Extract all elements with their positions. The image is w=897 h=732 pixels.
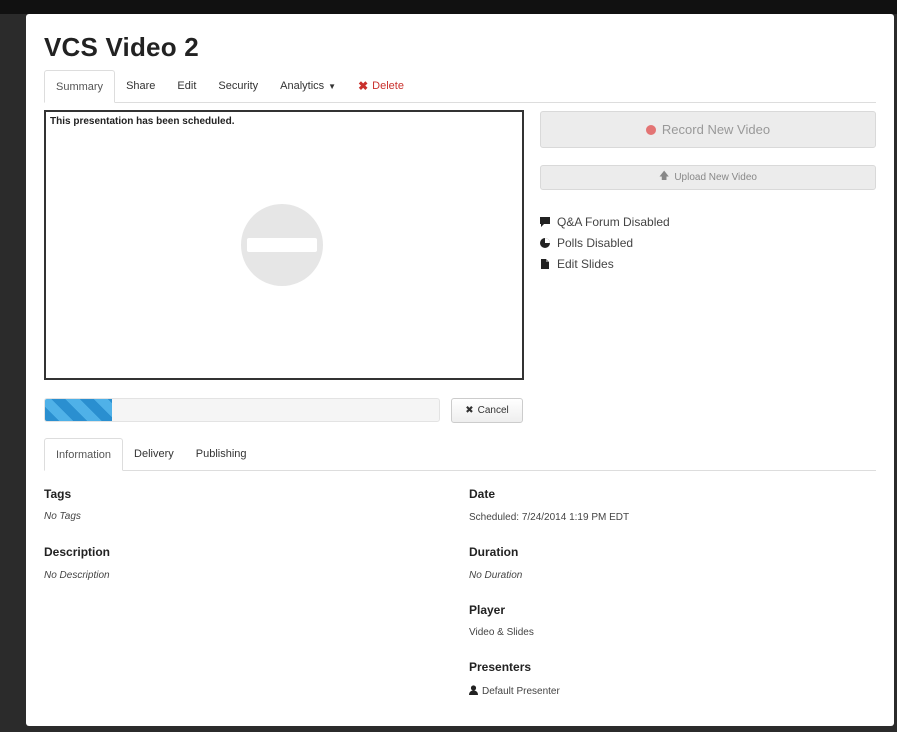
main-tabs: Summary Share Edit Security Analytics ▼ ✖… — [44, 70, 876, 103]
date-heading: Date — [469, 487, 496, 501]
tab-share-label: Share — [126, 80, 156, 92]
tab-summary-label: Summary — [56, 80, 104, 93]
file-icon — [541, 258, 549, 269]
player-status-message: This presentation has been scheduled. — [50, 116, 235, 127]
date-value: Scheduled: 7/24/2014 1:19 PM EDT — [469, 512, 630, 523]
tab-delete-label: Delete — [372, 80, 404, 92]
qa-forum-link[interactable]: Q&A Forum Disabled — [540, 211, 670, 232]
tab-delivery[interactable]: Delivery — [123, 438, 185, 470]
tab-delivery-label: Delivery — [134, 448, 174, 460]
record-dot-icon — [645, 124, 656, 135]
user-icon — [469, 685, 478, 695]
chevron-down-icon: ▼ — [328, 81, 337, 91]
arrow-up-icon: 🡅 — [659, 171, 670, 182]
qa-forum-label: Q&A Forum Disabled — [557, 214, 670, 229]
upload-new-video-button[interactable]: 🡅 Upload New Video — [540, 165, 876, 190]
comment-icon — [540, 216, 550, 227]
tab-delete[interactable]: ✖ Delete — [347, 70, 415, 102]
tab-information-label: Information — [56, 448, 112, 461]
presentation-options: Q&A Forum Disabled Polls Disabled Edit S… — [540, 211, 670, 274]
no-entry-icon — [241, 204, 323, 286]
description-heading: Description — [44, 545, 111, 559]
cancel-button-label: Cancel — [477, 405, 509, 416]
close-icon: ✖ — [358, 79, 369, 93]
duration-heading: Duration — [469, 545, 519, 559]
description-value: No Description — [44, 570, 110, 581]
upload-button-label: Upload New Video — [674, 172, 757, 183]
tab-security[interactable]: Security — [207, 70, 269, 102]
edit-slides-link[interactable]: Edit Slides — [540, 253, 670, 274]
tab-summary[interactable]: Summary — [44, 70, 116, 103]
presenters-heading: Presenters — [469, 660, 532, 674]
tags-value: No Tags — [44, 511, 81, 522]
record-new-video-button[interactable]: Record New Video — [540, 111, 876, 148]
tab-publishing[interactable]: Publishing — [185, 438, 258, 470]
tags-heading: Tags — [44, 487, 72, 501]
video-player[interactable]: This presentation has been scheduled. — [44, 110, 524, 380]
polls-label: Polls Disabled — [557, 235, 634, 250]
tab-analytics[interactable]: Analytics ▼ — [269, 70, 347, 102]
tab-information[interactable]: Information — [44, 438, 124, 471]
cancel-button[interactable]: ✖ Cancel — [451, 398, 523, 423]
progress-fill — [45, 399, 112, 421]
player-heading: Player — [469, 603, 506, 617]
presentation-panel: VCS Video 2 Summary Share Edit Security … — [26, 14, 894, 726]
tab-analytics-label: Analytics — [280, 80, 325, 92]
upload-progress-bar — [44, 398, 440, 422]
duration-value: No Duration — [469, 570, 523, 581]
tab-edit[interactable]: Edit — [166, 70, 207, 102]
tab-share[interactable]: Share — [115, 70, 166, 102]
player-value: Video & Slides — [469, 627, 534, 638]
tab-security-label: Security — [218, 80, 259, 92]
tab-edit-label: Edit — [177, 80, 197, 92]
polls-link[interactable]: Polls Disabled — [540, 232, 670, 253]
window-frame — [0, 0, 897, 14]
close-icon: ✖ — [465, 405, 474, 416]
presenter-name: Default Presenter — [482, 686, 560, 697]
pie-chart-icon — [540, 237, 550, 248]
info-tabs: Information Delivery Publishing — [44, 438, 876, 471]
edit-slides-label: Edit Slides — [557, 256, 614, 271]
page-title: VCS Video 2 — [44, 32, 199, 62]
presenter-item: Default Presenter — [469, 685, 560, 697]
record-button-label: Record New Video — [661, 122, 771, 137]
tab-publishing-label: Publishing — [195, 448, 247, 460]
